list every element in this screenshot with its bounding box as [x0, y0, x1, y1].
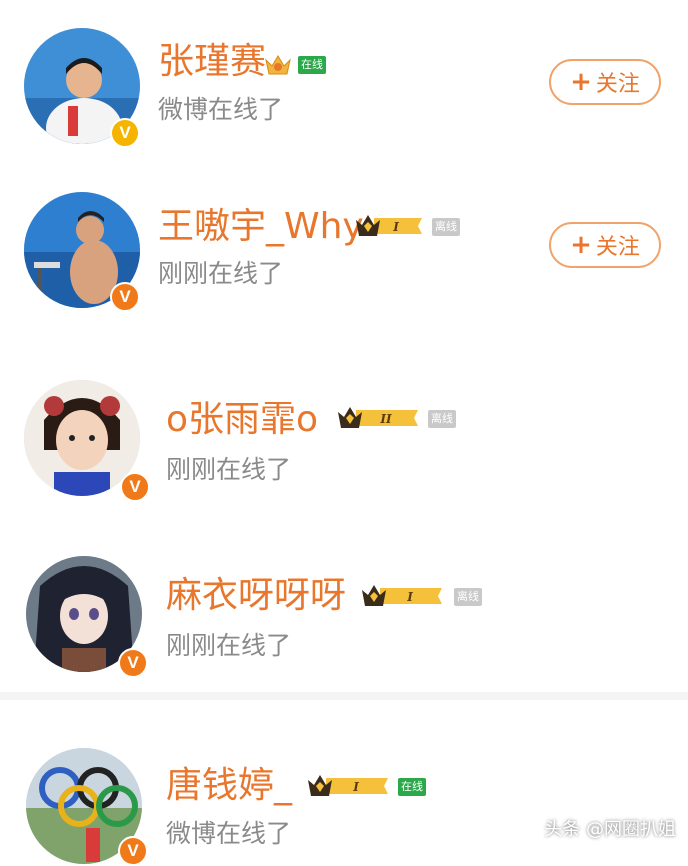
follow-button[interactable]: + 关注 — [549, 222, 661, 268]
level-label: I — [352, 780, 359, 794]
online-badge: 在线 — [298, 56, 326, 74]
level-badge-icon: II — [338, 407, 418, 428]
level-badge-icon: I — [308, 775, 388, 796]
verified-icon: V — [118, 648, 148, 678]
watermark: 头条 @网圈扒姐 — [544, 819, 676, 840]
section-divider — [0, 692, 688, 700]
verified-icon: V — [110, 118, 140, 148]
offline-badge: 离线 — [428, 410, 456, 428]
username[interactable]: 麻衣呀呀呀 — [166, 574, 346, 618]
follow-label: 关注 — [595, 72, 640, 97]
username[interactable]: 唐钱婷_ — [166, 764, 292, 808]
offline-badge: 离线 — [454, 588, 482, 606]
status-text: 刚刚在线了 — [166, 455, 292, 484]
online-badge: 在线 — [398, 778, 426, 796]
plus-icon: + — [570, 67, 592, 97]
level-label: II — [379, 412, 392, 426]
offline-badge: 离线 — [432, 218, 460, 236]
follow-button[interactable]: + 关注 — [549, 59, 661, 105]
level-badge-icon: I — [356, 215, 422, 236]
username[interactable]: 王嗷宇_Why — [158, 205, 364, 249]
username[interactable]: 张瑾赛 — [158, 40, 266, 84]
status-text: 刚刚在线了 — [158, 259, 284, 288]
status-text: 微博在线了 — [166, 819, 292, 848]
status-text: 刚刚在线了 — [166, 631, 292, 660]
verified-icon: V — [110, 282, 140, 312]
plus-icon: + — [570, 230, 592, 260]
level-label: I — [392, 220, 399, 234]
status-text: 微博在线了 — [158, 95, 284, 124]
level-badge-icon: I — [362, 585, 442, 606]
username[interactable]: o张雨霏o — [166, 398, 318, 442]
crown-icon — [265, 55, 291, 75]
level-label: I — [406, 590, 413, 604]
verified-icon: V — [118, 836, 148, 866]
verified-icon: V — [120, 472, 150, 502]
follow-label: 关注 — [595, 235, 640, 260]
